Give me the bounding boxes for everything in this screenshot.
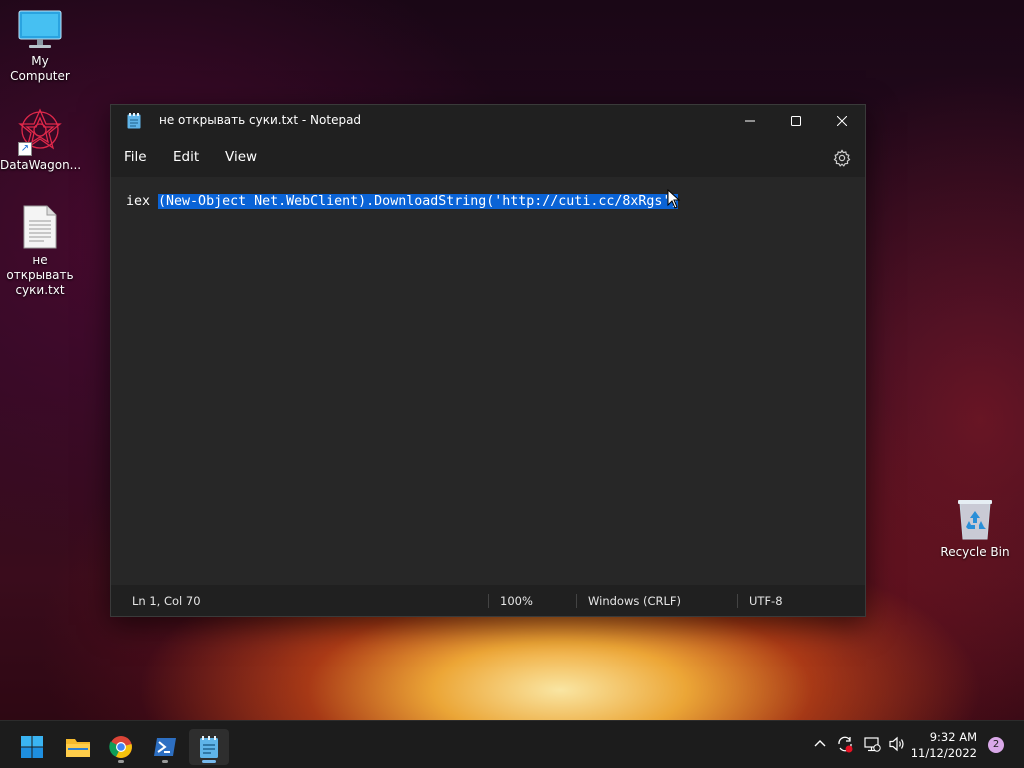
- notepad-icon: [127, 113, 141, 129]
- chevron-up-icon: [814, 740, 826, 747]
- desktop-icon-label: Recycle Bin: [940, 545, 1010, 559]
- desktop-icon-label: не открывать суки.txt: [6, 253, 74, 297]
- tray-volume[interactable]: [888, 735, 906, 757]
- notepad-window: не открывать суки.txt - Notepad File Edi…: [110, 104, 866, 617]
- desktop-icon-label: DataWagon...: [0, 158, 82, 172]
- status-encoding: UTF-8: [749, 594, 783, 608]
- notepad-icon: [200, 736, 218, 758]
- start-icon: [21, 736, 43, 758]
- menu-bar: File Edit View: [111, 143, 865, 173]
- tray-network[interactable]: [863, 735, 881, 757]
- taskbar-file-explorer[interactable]: [57, 729, 97, 765]
- status-cursor-position: Ln 1, Col 70: [132, 594, 201, 608]
- menu-view[interactable]: View: [225, 149, 257, 165]
- editor-text: iex: [126, 194, 159, 209]
- active-indicator: [202, 760, 216, 763]
- mouse-pointer-icon: [667, 188, 681, 209]
- desktop-icon-datawagon[interactable]: ↗ DataWagon...: [0, 106, 82, 173]
- running-indicator: [162, 760, 168, 763]
- settings-gear-icon[interactable]: [833, 149, 851, 167]
- taskbar-powershell[interactable]: [145, 729, 185, 765]
- taskbar-chrome[interactable]: [101, 729, 141, 765]
- speaker-icon: [889, 736, 904, 752]
- shortcut-arrow-icon: ↗: [18, 142, 32, 156]
- minimize-button[interactable]: [727, 105, 773, 137]
- maximize-button[interactable]: [773, 105, 819, 137]
- status-bar: Ln 1, Col 70 100% Windows (CRLF) UTF-8: [111, 586, 865, 616]
- taskbar: 9:32 AM 11/12/2022 2: [0, 720, 1024, 768]
- status-divider: [488, 594, 489, 608]
- network-icon: [864, 737, 881, 752]
- show-hidden-icons-button[interactable]: [812, 735, 828, 755]
- close-icon: [837, 116, 847, 126]
- clock-time: 9:32 AM: [929, 730, 977, 744]
- editor-line-1: iex (New-Object Net.WebClient).DownloadS…: [126, 192, 679, 212]
- clock-date: 11/12/2022: [910, 746, 977, 760]
- powershell-icon: [154, 738, 176, 756]
- text-file-icon: [22, 205, 58, 249]
- start-button[interactable]: [12, 729, 52, 765]
- desktop-icon-label: My Computer: [10, 54, 70, 83]
- title-bar[interactable]: не открывать суки.txt - Notepad: [111, 105, 865, 137]
- status-divider: [576, 594, 577, 608]
- file-explorer-icon: [66, 739, 90, 757]
- taskbar-clock[interactable]: 9:32 AM 11/12/2022: [911, 729, 977, 761]
- close-button[interactable]: [819, 105, 865, 137]
- running-indicator: [118, 760, 124, 763]
- datawagon-logo-icon: ↗: [16, 106, 64, 156]
- menu-file[interactable]: File: [124, 149, 147, 165]
- sync-error-icon: [838, 736, 853, 753]
- monitor-icon: [18, 10, 62, 50]
- desktop-icon-recycle-bin[interactable]: Recycle Bin: [935, 497, 1015, 560]
- recycle-bin-icon: [955, 497, 995, 541]
- chrome-icon: [109, 736, 132, 758]
- menu-edit[interactable]: Edit: [173, 149, 199, 165]
- desktop-icon-my-computer[interactable]: My Computer: [0, 10, 80, 84]
- status-line-endings: Windows (CRLF): [588, 594, 682, 608]
- taskbar-notepad[interactable]: [189, 729, 229, 765]
- status-zoom: 100%: [500, 594, 533, 608]
- desktop-icon-text-file[interactable]: не открывать суки.txt: [0, 205, 80, 298]
- window-title: не открывать суки.txt - Notepad: [159, 113, 362, 127]
- status-divider: [737, 594, 738, 608]
- maximize-icon: [791, 116, 801, 126]
- minimize-icon: [745, 120, 755, 122]
- selected-text: (New-Object Net.WebClient).DownloadStrin…: [158, 194, 679, 209]
- text-editor[interactable]: iex (New-Object Net.WebClient).DownloadS…: [111, 177, 865, 585]
- tray-sync-status[interactable]: [836, 735, 854, 757]
- notification-badge[interactable]: 2: [988, 737, 1004, 753]
